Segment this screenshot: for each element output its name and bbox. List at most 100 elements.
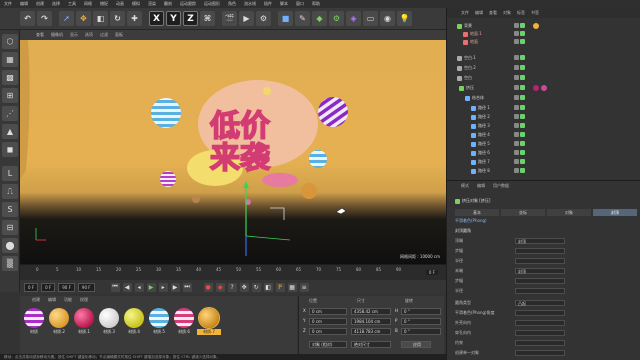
current-frame-field[interactable]: 0 F (41, 282, 56, 292)
record-icon[interactable]: ● (203, 282, 213, 292)
make-editable-icon[interactable]: ⬡ (2, 34, 18, 49)
material-swatch[interactable]: 材质.1 (72, 308, 96, 335)
autokey-icon[interactable]: ◉ (215, 282, 225, 292)
striped-ball-small-blue[interactable] (309, 150, 327, 168)
prev-frame-icon[interactable]: ◂ (134, 282, 144, 292)
visibility-dots[interactable] (514, 75, 528, 81)
object-menu-edit[interactable]: 编辑 (475, 10, 483, 16)
axis-mode-icon[interactable]: L (2, 166, 18, 181)
menu-select[interactable]: 选择 (48, 0, 64, 8)
object-row[interactable]: 路径 2 (447, 113, 640, 121)
visibility-dots[interactable] (514, 65, 528, 71)
object-row[interactable]: 空白 (447, 74, 640, 82)
menu-tools[interactable]: 工具 (64, 0, 80, 8)
menu-help[interactable]: 帮助 (308, 0, 324, 8)
cube-icon[interactable]: ■ (278, 11, 293, 26)
tiny-cookie[interactable] (192, 195, 200, 203)
subtab-object[interactable]: 对象 (547, 209, 591, 216)
small-prop[interactable] (335, 207, 347, 215)
menu-pipeline[interactable]: 流水线 (240, 0, 260, 8)
visibility-dots[interactable] (514, 105, 528, 111)
object-menu-tags[interactable]: 标签 (517, 10, 525, 16)
x-axis-button[interactable]: X (149, 11, 164, 26)
striped-ball-blue[interactable] (151, 98, 181, 128)
end-radius-field[interactable] (515, 288, 565, 294)
striped-ball-purple[interactable] (318, 97, 348, 127)
subdivision-icon[interactable]: ◆ (312, 11, 327, 26)
object-row[interactable]: 路径 7 (447, 158, 640, 166)
object-menu-bookmarks[interactable]: 书签 (531, 10, 539, 16)
move-tool-icon[interactable]: ✥ (76, 11, 91, 26)
viewport-menu-options[interactable]: 选项 (85, 32, 93, 38)
position-z-field[interactable]: 0 cm (309, 328, 347, 335)
object-menu-objects[interactable]: 对象 (503, 10, 511, 16)
object-row[interactable]: 路径 5 (447, 140, 640, 148)
viewport-menu-panel[interactable]: 面板 (115, 32, 123, 38)
hole-inward-checkbox[interactable] (515, 330, 565, 336)
visibility-dots[interactable] (514, 132, 528, 138)
keyframe-selection-icon[interactable]: ? (227, 282, 237, 292)
material-swatch[interactable]: 材质.5 (147, 308, 171, 335)
object-row[interactable]: 路径 4 (447, 131, 640, 139)
sculpt-icon[interactable]: ⬤ (2, 238, 18, 253)
fillet-type-select[interactable]: 凸起 (515, 300, 565, 306)
material-swatch[interactable]: 材质.4 (122, 308, 146, 335)
material-tag-icon[interactable] (541, 85, 547, 91)
material-swatch[interactable]: 材质.3 (97, 308, 121, 335)
viewport-menu-camera[interactable]: 摄像机 (51, 32, 63, 38)
pen-spline-icon[interactable]: ✎ (295, 11, 310, 26)
subtab-coord[interactable]: 坐标 (501, 209, 545, 216)
striped-ball-small-purple[interactable] (160, 171, 176, 187)
recent-tool-icon[interactable]: ✚ (127, 11, 142, 26)
camera-icon[interactable]: ◉ (380, 11, 395, 26)
gizmo-y-arrow-icon[interactable] (243, 181, 249, 188)
viewport-menu-view[interactable]: 查看 (36, 32, 44, 38)
select-tool-icon[interactable]: ➚ (59, 11, 74, 26)
visibility-dots[interactable] (514, 39, 528, 45)
perspective-viewport[interactable]: 低价 来袭 网格间距 : 10000 cm (20, 40, 446, 264)
material-menu-edit[interactable]: 编辑 (48, 297, 56, 303)
menu-window[interactable]: 窗口 (292, 0, 308, 8)
material-tag-icon[interactable] (533, 23, 539, 29)
menu-create[interactable]: 创建 (32, 0, 48, 8)
polygons-mode-icon[interactable]: ◼ (2, 142, 18, 157)
menu-snap[interactable]: 捕捉 (96, 0, 112, 8)
preview-end-field[interactable]: 90 F (77, 282, 95, 292)
visibility-dots[interactable] (514, 114, 528, 120)
goto-end-icon[interactable]: ⏭ (182, 282, 192, 292)
object-row[interactable]: 结合体 (447, 94, 640, 102)
visibility-dots[interactable] (514, 23, 528, 29)
menu-mograph[interactable]: 运动图形 (200, 0, 224, 8)
subtab-caps[interactable]: 封顶 (593, 209, 637, 216)
visibility-dots[interactable] (514, 123, 528, 129)
light-icon[interactable]: 💡 (397, 11, 412, 26)
render-view-icon[interactable]: 🎬 (222, 11, 237, 26)
end-cap-select[interactable]: 封顶 (515, 268, 565, 274)
menu-render[interactable]: 渲染 (144, 0, 160, 8)
phong-angle-field[interactable] (515, 310, 565, 316)
menu-plugins[interactable]: 插件 (260, 0, 276, 8)
array-icon[interactable]: ⚙ (329, 11, 344, 26)
visibility-dots[interactable] (514, 168, 528, 174)
end-frame-field[interactable]: 90 F (58, 282, 75, 292)
visibility-dots[interactable] (514, 150, 528, 156)
object-row[interactable]: 背景 (447, 22, 640, 30)
next-key-icon[interactable]: ▶ (170, 282, 180, 292)
coordinate-system-icon[interactable]: ⌘ (200, 11, 215, 26)
material-swatch[interactable]: 材质 (22, 308, 46, 335)
object-row[interactable]: 空白.1 (447, 54, 640, 62)
rotation-p-field[interactable]: 0 ° (401, 318, 441, 325)
apply-button[interactable]: 应用 (401, 341, 431, 348)
soft-select-icon[interactable]: S (2, 202, 18, 217)
visibility-dots[interactable] (514, 159, 528, 165)
render-settings-icon[interactable]: ⚙ (256, 11, 271, 26)
material-tag-icon[interactable] (533, 85, 539, 91)
undo-icon[interactable]: ↶ (20, 11, 35, 26)
gizmo-z-axis[interactable] (245, 235, 291, 241)
menu-character[interactable]: 角色 (224, 0, 240, 8)
attribute-menu-userdata[interactable]: 用户数据 (493, 183, 509, 189)
single-object-checkbox[interactable] (515, 350, 565, 356)
object-menu-file[interactable]: 文件 (461, 10, 469, 16)
rotation-h-field[interactable]: 0 ° (401, 308, 441, 315)
redo-icon[interactable]: ↷ (37, 11, 52, 26)
